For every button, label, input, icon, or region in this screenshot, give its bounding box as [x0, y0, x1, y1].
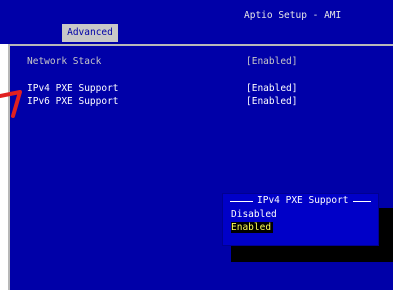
- setting-ipv4-pxe-value[interactable]: [Enabled]: [246, 83, 297, 94]
- setting-ipv6-pxe-value[interactable]: [Enabled]: [246, 96, 297, 107]
- setting-ipv6-pxe-label[interactable]: IPv6 PXE Support: [27, 96, 119, 107]
- options-popup: IPv4 PXE Support Disabled Enabled: [222, 193, 379, 246]
- popup-title: IPv4 PXE Support: [253, 195, 353, 206]
- setting-ipv4-pxe-label[interactable]: IPv4 PXE Support: [27, 83, 119, 94]
- option-enabled[interactable]: Enabled: [231, 222, 274, 233]
- annotation-arrow-icon: [0, 90, 22, 118]
- setting-network-stack-value[interactable]: [Enabled]: [246, 56, 297, 67]
- tab-advanced[interactable]: Advanced: [62, 24, 118, 42]
- setting-network-stack-label[interactable]: Network Stack: [27, 56, 101, 67]
- bios-screen: Advanced Aptio Setup - AMI Network Stack…: [0, 0, 393, 290]
- option-disabled[interactable]: Disabled: [231, 209, 277, 220]
- title-bar: Advanced Aptio Setup - AMI: [0, 0, 393, 44]
- app-title: Aptio Setup - AMI: [244, 10, 342, 21]
